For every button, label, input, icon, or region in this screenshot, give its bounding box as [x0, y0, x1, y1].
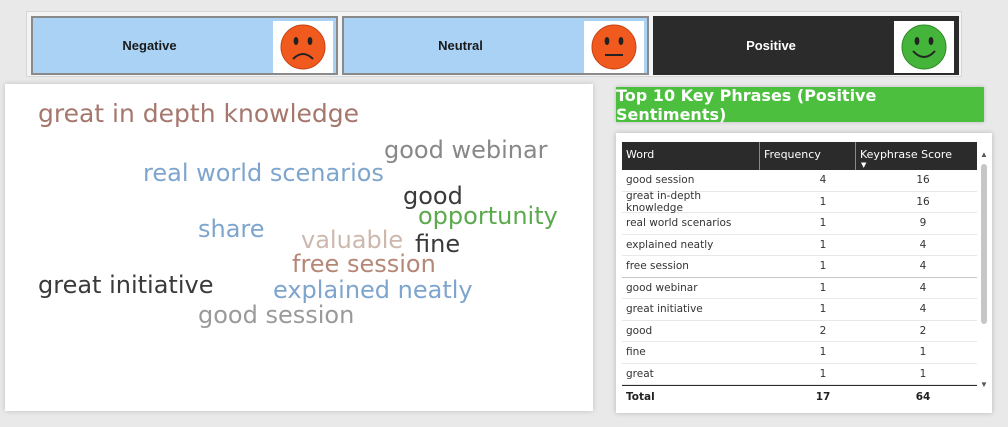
- cell-score: 4: [919, 281, 927, 294]
- key-phrases-title: Top 10 Key Phrases (Positive Sentiments): [616, 86, 984, 124]
- scrollbar-thumb[interactable]: [981, 164, 987, 324]
- cloud-word[interactable]: good webinar: [384, 138, 548, 162]
- key-phrases-table: Word Frequency Keyphrase Score ▼ good se…: [622, 142, 977, 407]
- table-row[interactable]: good 2 2: [622, 321, 977, 342]
- table-row[interactable]: great 1 1: [622, 364, 977, 385]
- cell-score: 2: [919, 324, 927, 337]
- table-row[interactable]: good session 4 16: [622, 170, 977, 192]
- neutral-label: Neutral: [438, 38, 483, 53]
- cloud-word[interactable]: great initiative: [38, 273, 213, 297]
- column-header-label: Keyphrase Score: [860, 148, 952, 161]
- cell-frequency: 1: [819, 367, 827, 380]
- sort-descending-icon: ▼: [861, 161, 867, 169]
- table-row[interactable]: real world scenarios 1 9: [622, 213, 977, 235]
- cell-frequency: 1: [819, 260, 827, 273]
- cloud-word[interactable]: explained neatly: [273, 278, 473, 302]
- cloud-word[interactable]: free session: [292, 252, 436, 276]
- table-total-row: Total 17 64: [622, 385, 977, 407]
- happy-face-icon: [894, 21, 954, 73]
- column-header-frequency[interactable]: Frequency: [759, 142, 855, 170]
- cell-score: 1: [919, 346, 927, 359]
- cloud-word[interactable]: valuable: [301, 228, 403, 252]
- table-scrollbar[interactable]: ▲ ▼: [979, 150, 989, 390]
- cell-score: 16: [916, 195, 930, 208]
- total-frequency: 17: [815, 390, 831, 403]
- table-row[interactable]: fine 1 1: [622, 342, 977, 364]
- cell-frequency: 2: [819, 324, 827, 337]
- cell-word: great initiative: [626, 303, 703, 316]
- cell-word: explained neatly: [626, 238, 714, 251]
- sad-face-icon: [273, 21, 333, 73]
- table-row[interactable]: great in-depth knowledge 1 16: [622, 189, 977, 214]
- cloud-word[interactable]: good session: [198, 303, 354, 327]
- negative-tile[interactable]: Negative: [31, 16, 338, 75]
- cell-frequency: 1: [819, 195, 827, 208]
- sentiment-bar: Negative Neutral Positive: [26, 11, 962, 77]
- cell-word: free session: [626, 260, 689, 273]
- cell-score: 4: [919, 238, 927, 251]
- cell-frequency: 1: [819, 281, 827, 294]
- cell-score: 4: [919, 303, 927, 316]
- cloud-word[interactable]: great in depth knowledge: [38, 101, 359, 126]
- cell-word: great: [626, 367, 654, 380]
- neutral-face-icon: [584, 21, 644, 73]
- cell-word: fine: [626, 346, 646, 359]
- cell-score: 16: [916, 174, 930, 187]
- cell-score: 4: [919, 260, 927, 273]
- table-row[interactable]: free session 1 4: [622, 256, 977, 278]
- column-header-word[interactable]: Word: [622, 142, 759, 170]
- cell-score: 1: [919, 367, 927, 380]
- cell-word: good session: [626, 174, 695, 187]
- cloud-word[interactable]: share: [198, 217, 265, 241]
- cell-frequency: 1: [819, 303, 827, 316]
- cell-frequency: 1: [819, 217, 827, 230]
- cell-score: 9: [919, 217, 927, 230]
- key-phrases-table-card: Word Frequency Keyphrase Score ▼ good se…: [616, 133, 992, 413]
- table-row[interactable]: good webinar 1 4: [622, 278, 977, 299]
- column-header-keyphrase-score[interactable]: Keyphrase Score ▼: [855, 142, 977, 170]
- cell-word: real world scenarios: [626, 217, 732, 230]
- cell-word: good webinar: [626, 281, 698, 294]
- table-row[interactable]: explained neatly 1 4: [622, 235, 977, 256]
- cell-word: great in-depth knowledge: [626, 189, 702, 214]
- cell-frequency: 1: [819, 238, 827, 251]
- scroll-up-icon[interactable]: ▲: [979, 150, 989, 160]
- negative-label: Negative: [122, 38, 177, 53]
- table-header: Word Frequency Keyphrase Score ▼: [622, 142, 977, 170]
- word-cloud: great in depth knowledge good webinar re…: [5, 84, 593, 411]
- total-label: Total: [626, 390, 655, 403]
- scroll-down-icon[interactable]: ▼: [979, 380, 989, 390]
- cloud-word[interactable]: opportunity: [418, 204, 558, 228]
- positive-label: Positive: [746, 38, 796, 53]
- neutral-tile[interactable]: Neutral: [342, 16, 649, 75]
- table-row[interactable]: great initiative 1 4: [622, 299, 977, 321]
- positive-tile[interactable]: Positive: [653, 16, 959, 75]
- cell-frequency: 1: [819, 346, 827, 359]
- cell-word: good: [626, 324, 653, 337]
- total-score: 64: [915, 390, 931, 403]
- cloud-word[interactable]: real world scenarios: [143, 161, 384, 185]
- cell-frequency: 4: [819, 174, 827, 187]
